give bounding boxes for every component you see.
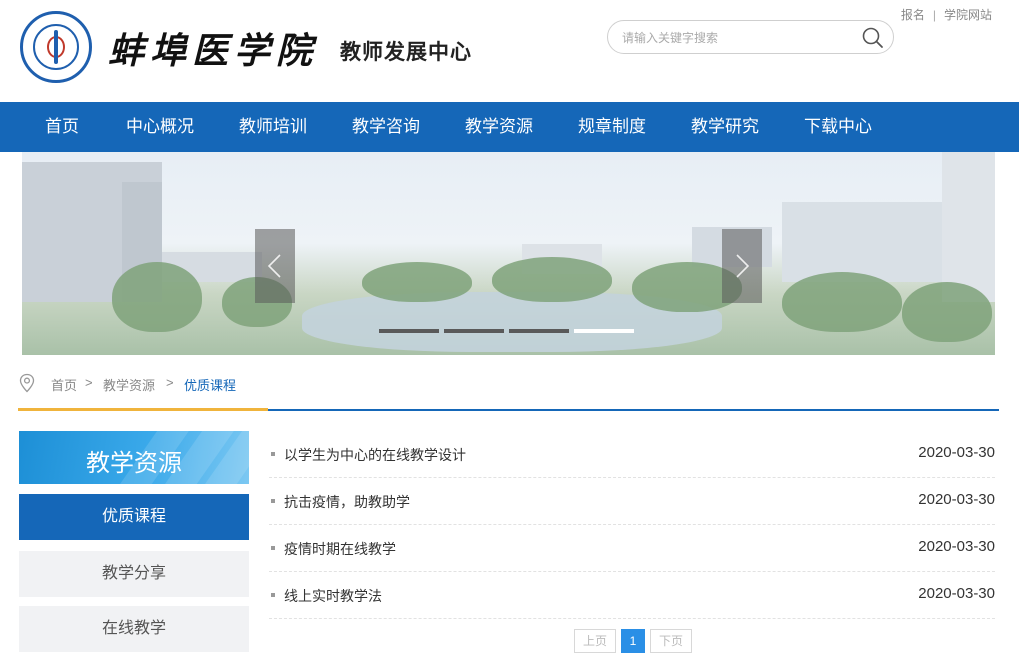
list-item[interactable]: 抗击疫情，助教助学 2020-03-30 — [269, 478, 995, 525]
sidebar-item-online-teaching[interactable]: 在线教学 — [19, 606, 249, 652]
article-date: 2020-03-30 — [918, 538, 995, 555]
nav-item-home[interactable]: 首页 — [45, 102, 79, 152]
bullet-icon — [271, 593, 275, 597]
nav-item-overview[interactable]: 中心概况 — [126, 102, 194, 152]
sidebar-item-teaching-share[interactable]: 教学分享 — [19, 551, 249, 597]
banner-dot[interactable] — [444, 329, 504, 333]
breadcrumb-separator: > — [166, 375, 174, 390]
sidebar-item-quality-courses[interactable]: 优质课程 — [19, 494, 249, 540]
nav-item-resources[interactable]: 教学资源 — [465, 102, 533, 152]
site-header: 蚌埠医学院 教师发展中心 报名 | 学院网站 — [0, 0, 1019, 102]
college-site-link[interactable]: 学院网站 — [944, 8, 992, 22]
banner-building — [782, 202, 952, 282]
banner-tree — [782, 272, 902, 332]
link-separator: | — [932, 8, 936, 22]
school-name[interactable]: 蚌埠医学院 — [108, 22, 318, 74]
center-name: 教师发展中心 — [340, 41, 472, 64]
bullet-icon — [271, 452, 275, 456]
nav-item-consulting[interactable]: 教学咨询 — [352, 102, 420, 152]
banner-tree — [112, 262, 202, 332]
article-date: 2020-03-30 — [918, 491, 995, 508]
breadcrumb-resources[interactable]: 教学资源 — [103, 375, 155, 394]
nav-item-regulations[interactable]: 规章制度 — [578, 102, 646, 152]
article-title[interactable]: 抗击疫情，助教助学 — [284, 492, 410, 512]
staff-emblem — [54, 30, 58, 64]
nav-item-training[interactable]: 教师培训 — [239, 102, 307, 152]
breadcrumb-current: 优质课程 — [184, 378, 237, 393]
search-input[interactable] — [622, 28, 842, 48]
list-item[interactable]: 疫情时期在线教学 2020-03-30 — [269, 525, 995, 572]
nav-item-downloads[interactable]: 下载中心 — [804, 102, 872, 152]
nav-item-research[interactable]: 教学研究 — [691, 102, 759, 152]
location-pin-icon — [18, 373, 36, 396]
article-title[interactable]: 线上实时教学法 — [284, 586, 382, 606]
list-item[interactable]: 线上实时教学法 2020-03-30 — [269, 572, 995, 619]
banner-building — [942, 152, 995, 302]
bullet-icon — [271, 546, 275, 550]
breadcrumb-separator: > — [85, 375, 93, 390]
list-item[interactable]: 以学生为中心的在线教学设计 2020-03-30 — [269, 431, 995, 478]
chevron-right-icon — [736, 254, 750, 278]
top-links: 报名 | 学院网站 — [901, 6, 992, 23]
banner-tree — [902, 282, 992, 342]
campus-banner-slideshow[interactable] — [22, 152, 995, 355]
banner-next-button[interactable] — [722, 229, 762, 303]
signup-link[interactable]: 报名 — [901, 8, 925, 22]
breadcrumb-home[interactable]: 首页 — [51, 375, 77, 394]
search-box — [607, 20, 894, 54]
banner-tree — [362, 262, 472, 302]
search-icon[interactable] — [861, 26, 885, 50]
college-seal-logo[interactable] — [20, 11, 92, 83]
banner-dot[interactable] — [379, 329, 439, 333]
banner-dot[interactable] — [509, 329, 569, 333]
banner-prev-button[interactable] — [255, 229, 295, 303]
article-title[interactable]: 疫情时期在线教学 — [284, 539, 396, 559]
breadcrumb-rule-accent — [18, 408, 268, 411]
breadcrumb-rule — [268, 409, 999, 411]
article-title[interactable]: 以学生为中心的在线教学设计 — [284, 445, 466, 465]
banner-tree — [492, 257, 612, 302]
bullet-icon — [271, 499, 275, 503]
sidebar-heading: 教学资源 — [19, 431, 249, 484]
article-date: 2020-03-30 — [918, 444, 995, 461]
prev-page-button[interactable]: 上页 — [574, 629, 616, 653]
main-nav: 首页 中心概况 教师培训 教学咨询 教学资源 规章制度 教学研究 下载中心 — [0, 102, 1019, 152]
sidebar-heading-text: 教学资源 — [86, 450, 182, 477]
banner-dot-active[interactable] — [574, 329, 634, 333]
chevron-left-icon — [267, 254, 281, 278]
next-page-button[interactable]: 下页 — [650, 629, 692, 653]
page-number-current[interactable]: 1 — [621, 629, 645, 653]
article-date: 2020-03-30 — [918, 585, 995, 602]
